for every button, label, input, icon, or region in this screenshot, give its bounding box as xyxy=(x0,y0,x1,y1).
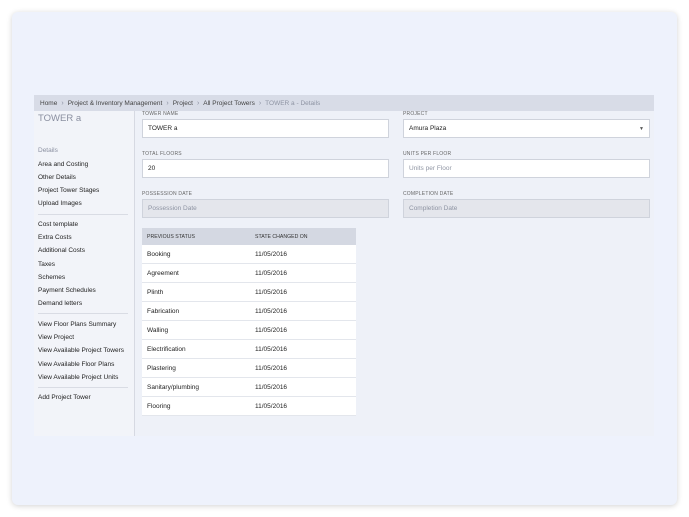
sidebar-divider xyxy=(38,313,128,314)
date-cell: 11/05/2016 xyxy=(250,339,356,359)
sidebar-item-view-available-project-units[interactable]: View Available Project Units xyxy=(38,374,118,381)
status-cell: Fabrication xyxy=(142,301,250,321)
date-cell: 11/05/2016 xyxy=(250,320,356,340)
total-floors-label: TOTAL FLOORS xyxy=(142,151,182,157)
sidebar-item-schemes[interactable]: Schemes xyxy=(38,274,65,281)
date-cell: 11/05/2016 xyxy=(250,301,356,321)
breadcrumb: Home › Project & Inventory Management › … xyxy=(34,95,654,111)
project-select[interactable]: Amura Plaza ▼ xyxy=(403,119,650,138)
completion-date-field[interactable]: Completion Date xyxy=(403,199,650,218)
status-cell: Booking xyxy=(142,245,250,264)
sidebar: TOWER a Details Area and Costing Other D… xyxy=(34,111,135,436)
breadcrumb-all-project-towers[interactable]: All Project Towers xyxy=(203,100,255,107)
chevron-right-icon: › xyxy=(258,99,262,107)
sidebar-item-view-project[interactable]: View Project xyxy=(38,334,74,341)
breadcrumb-current: TOWER a - Details xyxy=(265,99,321,107)
date-cell: 11/05/2016 xyxy=(250,396,356,416)
table-row: Plastering 11/05/2016 xyxy=(142,358,356,378)
sidebar-item-project-tower-stages[interactable]: Project Tower Stages xyxy=(38,187,99,194)
status-cell: Sanitary/plumbing xyxy=(142,377,250,397)
sidebar-item-other-details[interactable]: Other Details xyxy=(38,174,76,181)
table-row: Fabrication 11/05/2016 xyxy=(142,301,356,321)
column-header-previous-status: PREVIOUS STATUS xyxy=(142,228,250,245)
sidebar-item-area-and-costing[interactable]: Area and Costing xyxy=(38,161,88,168)
completion-date-label: COMPLETION DATE xyxy=(403,191,454,197)
breadcrumb-home[interactable]: Home xyxy=(40,100,57,107)
sidebar-item-view-available-project-towers[interactable]: View Available Project Towers xyxy=(38,347,124,354)
sidebar-item-cost-template[interactable]: Cost template xyxy=(38,221,78,228)
table-row: Plinth 11/05/2016 xyxy=(142,282,356,302)
units-per-floor-label: UNITS PER FLOOR xyxy=(403,151,452,157)
sidebar-item-payment-schedules[interactable]: Payment Schedules xyxy=(38,287,96,294)
chevron-right-icon: › xyxy=(166,99,169,107)
table-header-row: PREVIOUS STATUS STATE CHANGED ON xyxy=(142,228,356,245)
sidebar-item-demand-letters[interactable]: Demand letters xyxy=(38,300,82,307)
column-header-state-changed-on: STATE CHANGED ON xyxy=(250,228,356,245)
tower-name-label: TOWER NAME xyxy=(142,111,179,117)
table-row: Walling 11/05/2016 xyxy=(142,320,356,340)
sidebar-item-upload-images[interactable]: Upload Images xyxy=(38,200,82,207)
sidebar-item-additional-costs[interactable]: Additional Costs xyxy=(38,247,85,254)
table-row: Flooring 11/05/2016 xyxy=(142,396,356,416)
breadcrumb-project-inventory[interactable]: Project & Inventory Management xyxy=(68,100,163,107)
sidebar-item-add-project-tower[interactable]: Add Project Tower xyxy=(38,394,91,401)
breadcrumb-project[interactable]: Project xyxy=(173,100,193,107)
date-cell: 11/05/2016 xyxy=(250,358,356,378)
total-floors-field[interactable]: 20 xyxy=(142,159,389,178)
sidebar-item-view-available-floor-plans[interactable]: View Available Floor Plans xyxy=(38,361,114,368)
possession-date-field[interactable]: Possession Date xyxy=(142,199,389,218)
sidebar-divider xyxy=(38,387,128,388)
status-cell: Plastering xyxy=(142,358,250,378)
project-label: PROJECT xyxy=(403,111,428,117)
sidebar-item-view-floor-plans-summary[interactable]: View Floor Plans Summary xyxy=(38,321,116,328)
table-row: Sanitary/plumbing 11/05/2016 xyxy=(142,377,356,397)
details-content: TOWER NAME TOWER a PROJECT Amura Plaza ▼… xyxy=(135,111,654,436)
table-row: Electrification 11/05/2016 xyxy=(142,339,356,359)
possession-date-label: POSSESSION DATE xyxy=(142,191,193,197)
sidebar-divider xyxy=(38,214,128,215)
sidebar-title: TOWER a xyxy=(38,113,82,124)
table-row: Agreement 11/05/2016 xyxy=(142,263,356,283)
sidebar-item-extra-costs[interactable]: Extra Costs xyxy=(38,234,72,241)
sidebar-item-taxes[interactable]: Taxes xyxy=(38,261,55,268)
main-panel: Home › Project & Inventory Management › … xyxy=(34,95,654,436)
chevron-right-icon: › xyxy=(196,99,200,107)
status-cell: Flooring xyxy=(142,396,250,416)
status-cell: Agreement xyxy=(142,263,250,283)
status-history-table: PREVIOUS STATUS STATE CHANGED ON Booking… xyxy=(142,228,356,416)
chevron-right-icon: › xyxy=(61,99,64,107)
status-cell: Plinth xyxy=(142,282,250,302)
status-cell: Electrification xyxy=(142,339,250,359)
date-cell: 11/05/2016 xyxy=(250,263,356,283)
tower-name-field[interactable]: TOWER a xyxy=(142,119,389,138)
project-select-value: Amura Plaza xyxy=(409,125,447,132)
table-row: Booking 11/05/2016 xyxy=(142,245,356,264)
status-cell: Walling xyxy=(142,320,250,340)
caret-down-icon: ▼ xyxy=(639,126,644,132)
app-window: Home › Project & Inventory Management › … xyxy=(12,12,677,505)
sidebar-item-details[interactable]: Details xyxy=(38,147,58,154)
date-cell: 11/05/2016 xyxy=(250,245,356,264)
date-cell: 11/05/2016 xyxy=(250,282,356,302)
date-cell: 11/05/2016 xyxy=(250,377,356,397)
units-per-floor-field[interactable]: Units per Floor xyxy=(403,159,650,178)
